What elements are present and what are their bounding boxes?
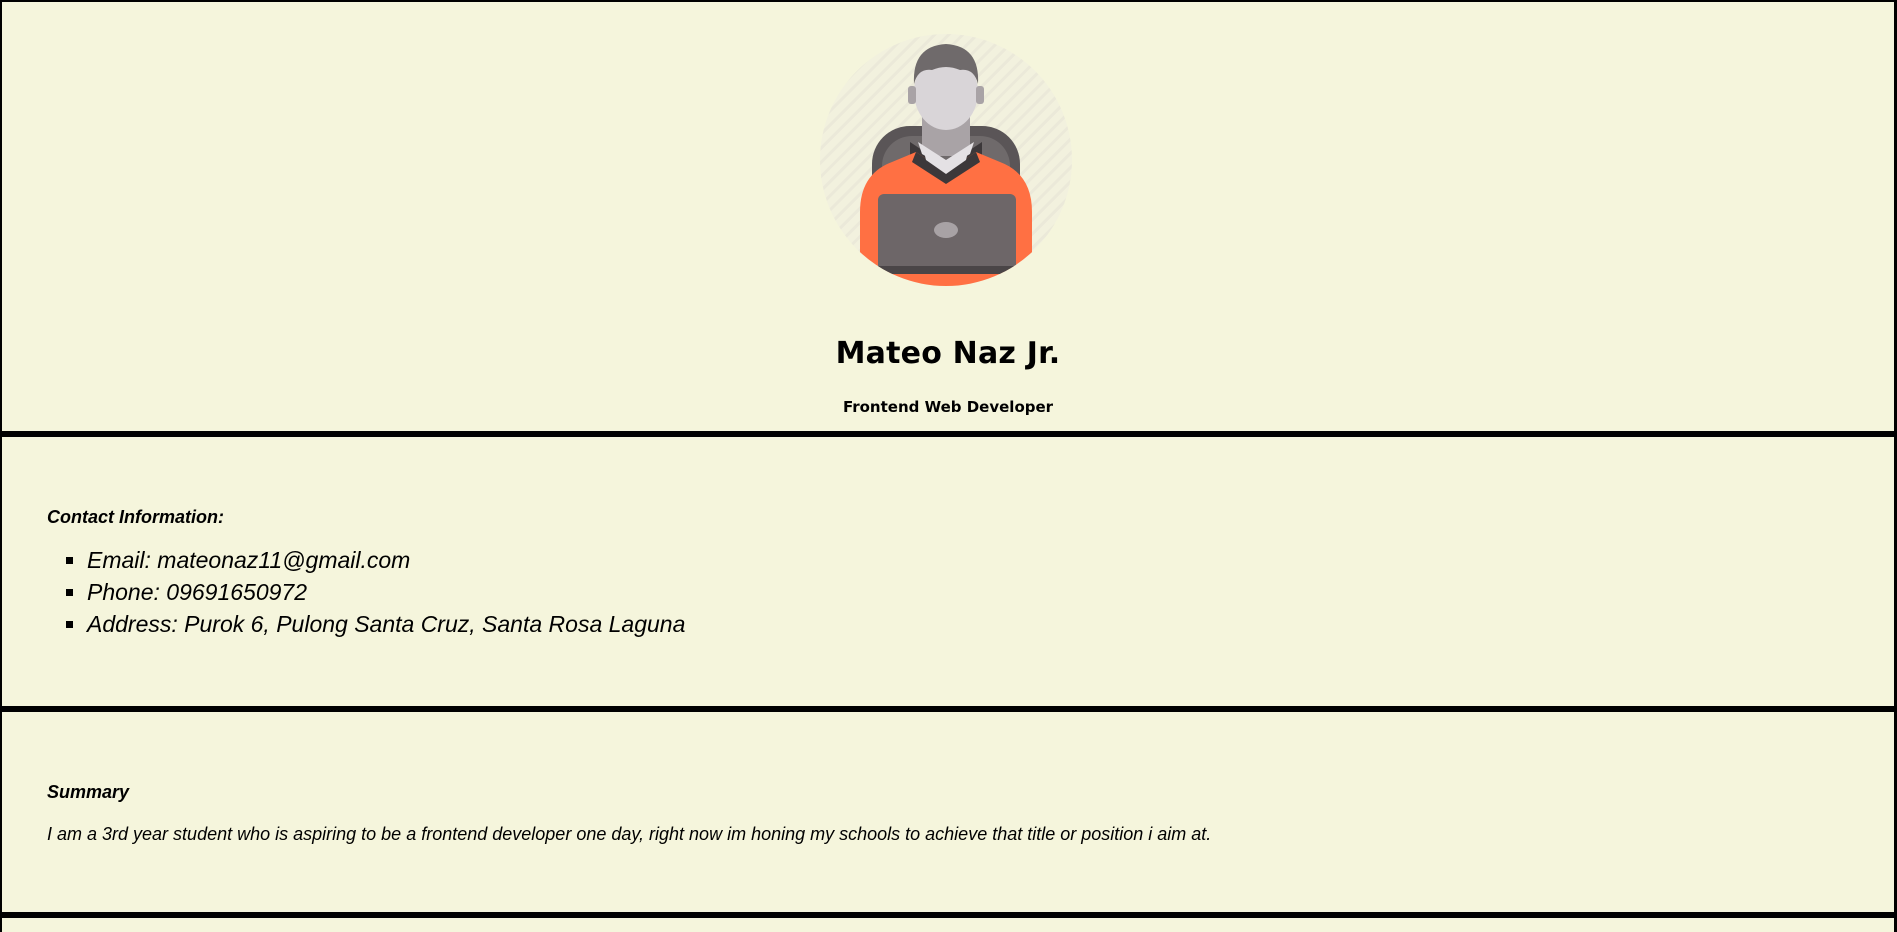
profile-name: Mateo Naz Jr. bbox=[835, 336, 1061, 371]
contact-email: Email: mateonaz11@gmail.com bbox=[87, 544, 685, 576]
contact-title: Contact Information: bbox=[47, 507, 224, 527]
summary-title: Summary bbox=[47, 782, 130, 802]
contact-address: Address: Purok 6, Pulong Santa Cruz, San… bbox=[87, 608, 685, 640]
resume-page: Mateo Naz Jr. Frontend Web Developer Con… bbox=[0, 0, 1897, 932]
contact-phone: Phone: 09691650972 bbox=[87, 576, 685, 608]
contact-list: Email: mateonaz11@gmail.com Phone: 09691… bbox=[47, 544, 685, 640]
summary-text: I am a 3rd year student who is aspiring … bbox=[47, 824, 1212, 844]
developer-avatar-icon bbox=[820, 34, 1072, 286]
summary-section: Summary I am a 3rd year student who is a… bbox=[2, 712, 1894, 918]
contact-section: Contact Information: Email: mateonaz11@g… bbox=[2, 437, 1894, 712]
profile-header: Mateo Naz Jr. Frontend Web Developer bbox=[2, 2, 1894, 437]
profile-role: Frontend Web Developer bbox=[842, 398, 1054, 416]
